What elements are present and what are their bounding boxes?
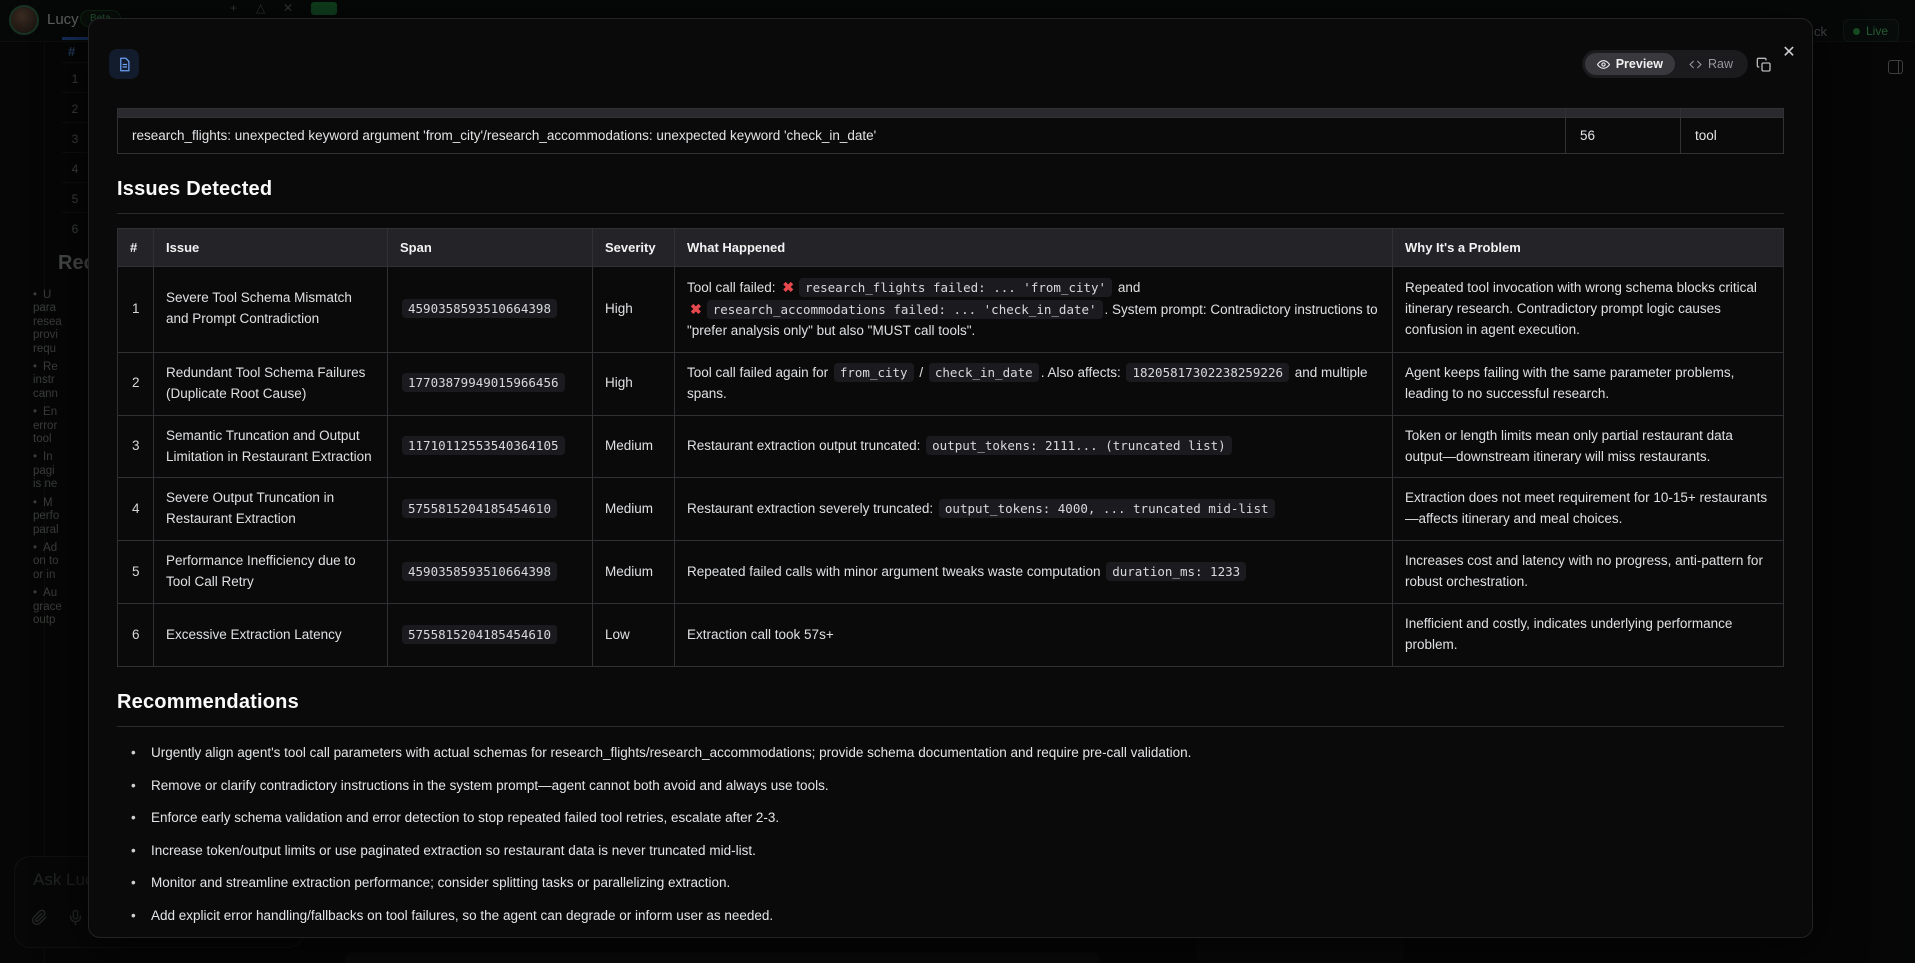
issue-what-happened: Tool call failed again for from_city / c… — [675, 352, 1393, 415]
issue-title: Redundant Tool Schema Failures (Duplicat… — [154, 352, 388, 415]
recommendation-item: Increase token/output limits or use pagi… — [117, 841, 1784, 861]
inline-code: 18205817302238259226 — [1126, 363, 1289, 382]
error-summary-text: research_flights: unexpected keyword arg… — [118, 118, 1566, 154]
issue-what-happened: Restaurant extraction severely truncated… — [675, 478, 1393, 541]
issue-what-happened: Repeated failed calls with minor argumen… — [675, 541, 1393, 604]
count-cell: 56 — [1566, 118, 1681, 154]
issue-number: 2 — [118, 352, 154, 415]
issue-why: Extraction does not meet requirement for… — [1393, 478, 1784, 541]
issue-severity: Low — [593, 604, 675, 667]
issues-heading: Issues Detected — [117, 178, 1784, 201]
recommendation-item: Add explicit error handling/fallbacks on… — [117, 906, 1784, 926]
raw-label: Raw — [1708, 57, 1733, 71]
recommendations-heading: Recommendations — [117, 691, 1784, 714]
recommendation-item: Enforce early schema validation and erro… — [117, 808, 1784, 828]
code-icon — [1689, 58, 1702, 71]
raw-tab[interactable]: Raw — [1677, 53, 1745, 75]
red-x-icon: ✖ — [690, 301, 702, 317]
eye-icon — [1597, 58, 1610, 71]
issue-number: 5 — [118, 541, 154, 604]
meta-row: research_flights: unexpected keyword arg… — [118, 118, 1784, 154]
report-modal: ✕ Preview Raw resea — [88, 18, 1813, 938]
issue-title: Performance Inefficiency due to Tool Cal… — [154, 541, 388, 604]
modal-content: research_flights: unexpected keyword arg… — [89, 19, 1812, 938]
issue-number: 4 — [118, 478, 154, 541]
column-header: Issue — [154, 229, 388, 267]
span-id-code: 5755815204185454610 — [402, 625, 557, 644]
issue-span: 17703879949015966456 — [388, 352, 593, 415]
issue-why: Token or length limits mean only partial… — [1393, 415, 1784, 478]
document-icon — [117, 57, 132, 72]
view-toggle: Preview Raw — [1582, 50, 1748, 78]
issues-table-body: 1Severe Tool Schema Mismatch and Prompt … — [118, 267, 1784, 667]
preview-tab[interactable]: Preview — [1585, 53, 1675, 75]
issue-title: Excessive Extraction Latency — [154, 604, 388, 667]
preview-label: Preview — [1616, 57, 1663, 71]
issue-severity: Medium — [593, 478, 675, 541]
red-x-icon: ✖ — [782, 279, 794, 295]
span-id-code: 4590358593510664398 — [402, 299, 557, 318]
issue-what-happened: Tool call failed: ✖research_flights fail… — [675, 267, 1393, 353]
issue-severity: High — [593, 352, 675, 415]
issue-why: Repeated tool invocation with wrong sche… — [1393, 267, 1784, 353]
issue-span: 11710112553540364105 — [388, 415, 593, 478]
inline-code: research_accommodations failed: ... 'che… — [707, 300, 1103, 319]
recommendation-item: Urgently align agent's tool call paramet… — [117, 743, 1784, 763]
issue-row: 1Severe Tool Schema Mismatch and Prompt … — [118, 267, 1784, 353]
issue-severity: High — [593, 267, 675, 353]
recommendations-list: Urgently align agent's tool call paramet… — [117, 743, 1784, 938]
recommendation-item: Remove or clarify contradictory instruct… — [117, 776, 1784, 796]
divider — [117, 726, 1784, 727]
inline-code: check_in_date — [929, 363, 1039, 382]
issue-why: Agent keeps failing with the same parame… — [1393, 352, 1784, 415]
issue-why: Inefficient and costly, indicates underl… — [1393, 604, 1784, 667]
recommendation-item: Monitor and streamline extraction perfor… — [117, 873, 1784, 893]
issue-span: 5755815204185454610 — [388, 604, 593, 667]
copy-icon[interactable] — [1756, 53, 1780, 77]
column-header: Severity — [593, 229, 675, 267]
meta-table: research_flights: unexpected keyword arg… — [117, 108, 1784, 154]
issue-span: 4590358593510664398 — [388, 267, 593, 353]
meta-header-cell — [1566, 109, 1681, 118]
issues-table: #IssueSpanSeverityWhat HappenedWhy It's … — [117, 228, 1784, 667]
span-id-code: 11710112553540364105 — [402, 436, 565, 455]
issue-number: 6 — [118, 604, 154, 667]
issue-row: 3Semantic Truncation and Output Limitati… — [118, 415, 1784, 478]
screen: Lucy Beta + △ ✕ ck Live # 123456 Rec Upa… — [0, 0, 1915, 963]
span-id-code: 17703879949015966456 — [402, 373, 565, 392]
span-id-code: 4590358593510664398 — [402, 562, 557, 581]
inline-code: duration_ms: 1233 — [1106, 562, 1246, 581]
issue-span: 5755815204185454610 — [388, 478, 593, 541]
issue-row: 2Redundant Tool Schema Failures (Duplica… — [118, 352, 1784, 415]
issue-severity: Medium — [593, 541, 675, 604]
inline-code: output_tokens: 4000, ... truncated mid-l… — [939, 499, 1275, 518]
issue-what-happened: Restaurant extraction output truncated: … — [675, 415, 1393, 478]
issue-row: 4Severe Output Truncation in Restaurant … — [118, 478, 1784, 541]
issue-row: 5Performance Inefficiency due to Tool Ca… — [118, 541, 1784, 604]
type-cell: tool — [1681, 118, 1784, 154]
column-header: What Happened — [675, 229, 1393, 267]
meta-header-cell — [1681, 109, 1784, 118]
issue-span: 4590358593510664398 — [388, 541, 593, 604]
column-header: Span — [388, 229, 593, 267]
document-icon-button[interactable] — [109, 49, 139, 79]
inline-code: research_flights failed: ... 'from_city' — [799, 278, 1112, 297]
span-id-code: 5755815204185454610 — [402, 499, 557, 518]
issue-title: Semantic Truncation and Output Limitatio… — [154, 415, 388, 478]
issue-title: Severe Output Truncation in Restaurant E… — [154, 478, 388, 541]
issue-row: 6Excessive Extraction Latency 57558152041… — [118, 604, 1784, 667]
meta-header-cell — [118, 109, 1566, 118]
inline-code: output_tokens: 2111... (truncated list) — [926, 436, 1232, 455]
issues-header-row: #IssueSpanSeverityWhat HappenedWhy It's … — [118, 229, 1784, 267]
issue-severity: Medium — [593, 415, 675, 478]
inline-code: from_city — [834, 363, 914, 382]
issue-number: 1 — [118, 267, 154, 353]
divider — [117, 213, 1784, 214]
issue-number: 3 — [118, 415, 154, 478]
issue-why: Increases cost and latency with no progr… — [1393, 541, 1784, 604]
column-header: Why It's a Problem — [1393, 229, 1784, 267]
column-header: # — [118, 229, 154, 267]
issue-title: Severe Tool Schema Mismatch and Prompt C… — [154, 267, 388, 353]
issue-what-happened: Extraction call took 57s+ — [675, 604, 1393, 667]
